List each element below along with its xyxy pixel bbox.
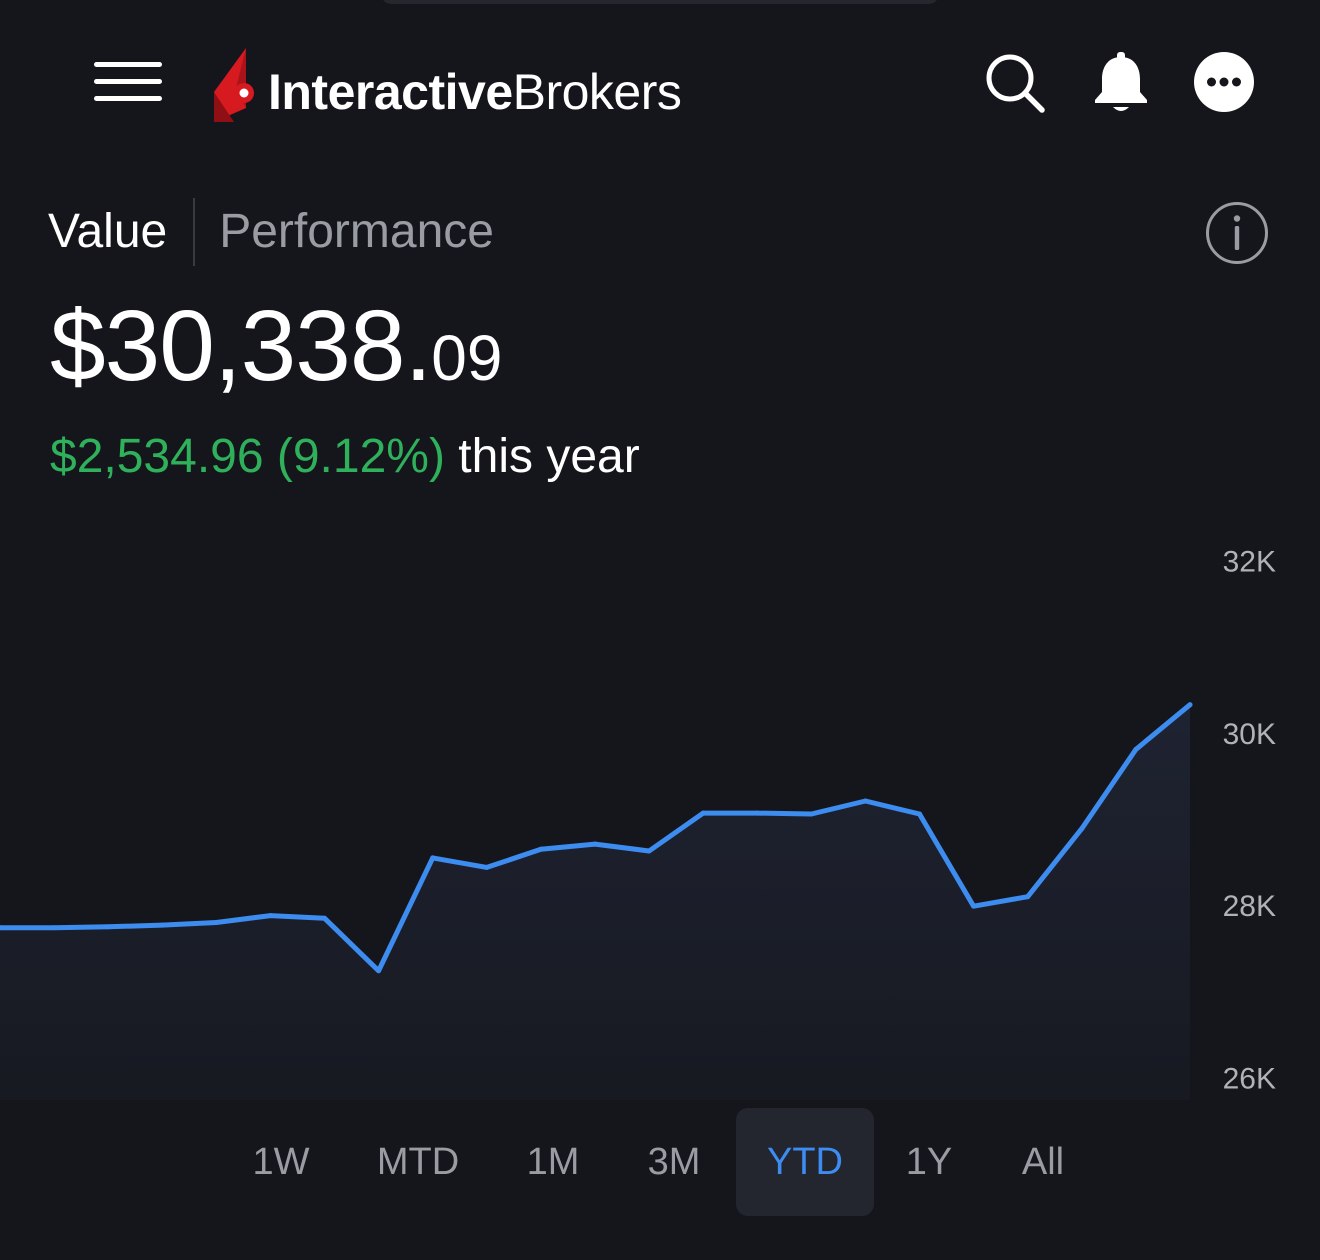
brand-wordmark: InteractiveBrokers	[268, 62, 682, 122]
chart-point	[1133, 746, 1139, 752]
chart-point	[592, 841, 598, 847]
info-button[interactable]	[1205, 201, 1269, 265]
chart-point	[1187, 702, 1193, 708]
view-tabs: Value Performance	[48, 196, 494, 268]
y-tick-label: 32K	[1223, 546, 1276, 579]
range-mtd[interactable]: MTD	[356, 1108, 480, 1216]
portfolio-value-cents: 09	[431, 322, 503, 394]
range-1m[interactable]: 1M	[504, 1108, 602, 1216]
portfolio-change: $2,534.96 (9.12%) this year	[50, 424, 640, 490]
chart-point	[754, 810, 760, 816]
chart-point	[430, 855, 436, 861]
range-1w[interactable]: 1W	[232, 1108, 330, 1216]
range-all[interactable]: All	[994, 1108, 1092, 1216]
chart-point	[917, 811, 923, 817]
search-icon	[986, 54, 1045, 113]
portfolio-value: $30,338.09	[50, 286, 502, 418]
brand-wordmark-bold: Interactive	[268, 64, 513, 120]
bell-icon	[1095, 52, 1147, 111]
y-tick-label: 26K	[1223, 1062, 1276, 1095]
change-period: this year	[458, 430, 640, 483]
chart-point	[538, 846, 544, 852]
chart-point	[1025, 894, 1031, 900]
chart-point	[484, 864, 490, 870]
hamburger-icon-bar	[94, 96, 162, 101]
more-icon	[1194, 52, 1254, 112]
chart-area-fill	[0, 704, 1190, 1100]
chart-point	[322, 915, 328, 921]
chart-point	[808, 811, 814, 817]
search-button[interactable]	[982, 50, 1048, 116]
app-header: InteractiveBrokers	[0, 0, 1320, 170]
chart-point	[267, 913, 273, 919]
notifications-button[interactable]	[1088, 50, 1154, 116]
value-chart[interactable]: 32K 30K 28K 26K	[0, 540, 1320, 1100]
hamburger-icon-bar	[94, 79, 162, 84]
hamburger-icon-bar	[94, 62, 162, 67]
chart-point	[1079, 826, 1085, 832]
change-amount: $2,534.96 (9.12%)	[50, 430, 445, 483]
y-tick-label: 28K	[1223, 890, 1276, 923]
chart-y-axis: 32K 30K 28K 26K	[1223, 546, 1276, 1096]
chart-point	[646, 848, 652, 854]
chart-point	[700, 810, 706, 816]
more-options-button[interactable]	[1192, 50, 1256, 114]
chart-point	[51, 925, 57, 931]
chart-point	[971, 903, 977, 909]
range-ytd[interactable]: YTD	[736, 1108, 874, 1216]
chart-point	[105, 924, 111, 930]
chart-point	[213, 920, 219, 926]
tab-value[interactable]: Value	[48, 196, 167, 268]
menu-button[interactable]	[92, 58, 164, 106]
y-tick-label: 30K	[1223, 718, 1276, 751]
tab-performance[interactable]: Performance	[219, 196, 494, 268]
info-icon	[1206, 202, 1268, 264]
chart-point	[862, 798, 868, 804]
portfolio-value-main: $30,338.	[50, 290, 432, 402]
brand-logo-icon	[214, 48, 254, 122]
range-1y[interactable]: 1Y	[880, 1108, 978, 1216]
brand-wordmark-light: Brokers	[512, 64, 682, 120]
chart-point	[159, 922, 165, 928]
chart-point	[376, 968, 382, 974]
range-selector: 1W MTD 1M 3M YTD 1Y All	[0, 1108, 1320, 1218]
range-3m[interactable]: 3M	[624, 1108, 724, 1216]
brand-logo: InteractiveBrokers	[214, 46, 682, 122]
tab-divider	[193, 198, 196, 266]
